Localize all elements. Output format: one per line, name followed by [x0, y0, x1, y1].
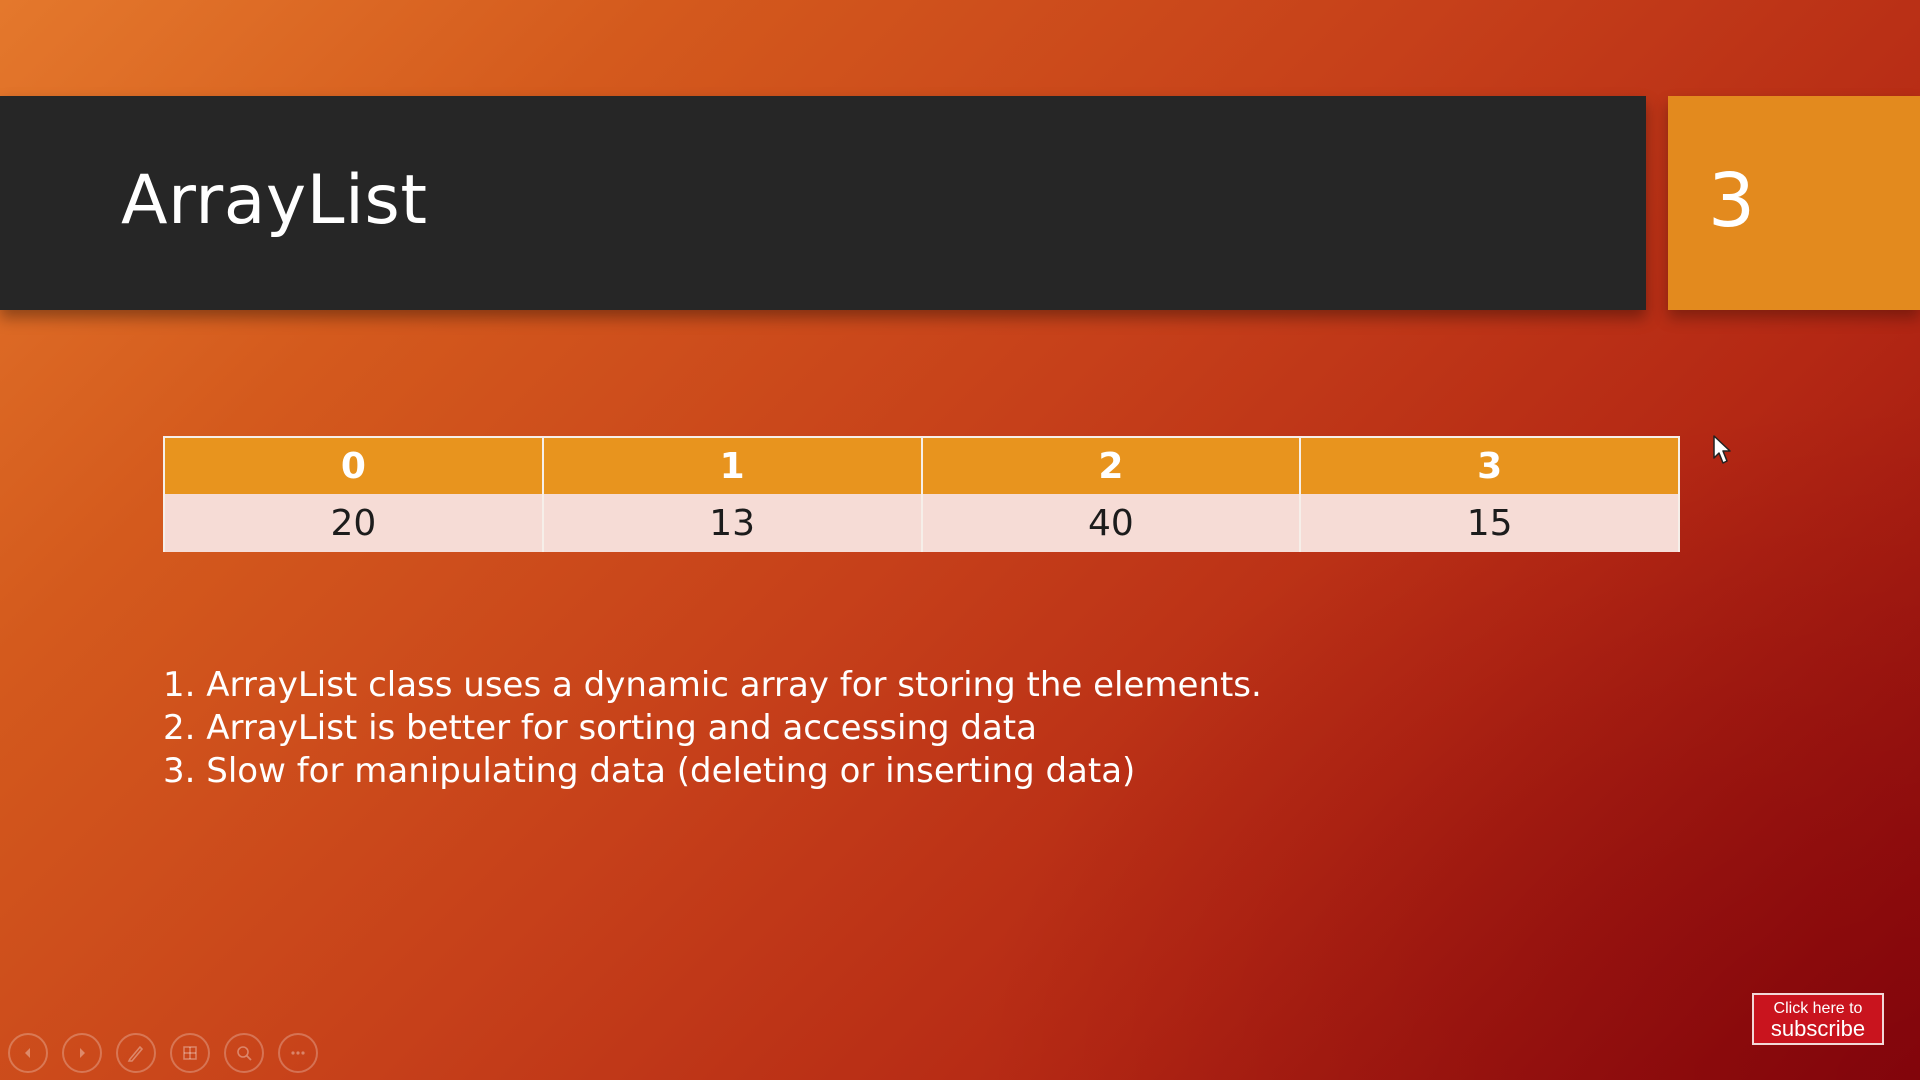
value-cell: 40	[920, 494, 1301, 552]
bullet-item: 1. ArrayList class uses a dynamic array …	[163, 665, 1262, 705]
slide-title: ArrayList	[121, 161, 428, 240]
zoom-icon	[237, 1046, 252, 1061]
array-table: 0 1 2 3 20 13 40 15	[163, 436, 1680, 552]
zoom-button[interactable]	[224, 1033, 264, 1073]
slides-grid-icon	[183, 1046, 197, 1060]
index-cell: 3	[1299, 436, 1680, 494]
subscribe-button[interactable]: Click here to subscribe	[1752, 993, 1884, 1045]
previous-icon	[25, 1048, 30, 1058]
index-row: 0 1 2 3	[163, 436, 1680, 494]
bullet-item: 2. ArrayList is better for sorting and a…	[163, 708, 1037, 748]
value-cell: 13	[541, 494, 922, 552]
value-row: 20 13 40 15	[163, 494, 1680, 552]
index-cell: 0	[163, 436, 543, 494]
next-icon	[80, 1048, 85, 1058]
previous-slide-button[interactable]	[8, 1033, 48, 1073]
value-cell: 15	[1299, 494, 1680, 552]
index-cell: 2	[920, 436, 1301, 494]
pen-tool-button[interactable]	[116, 1033, 156, 1073]
index-cell: 1	[541, 436, 922, 494]
next-slide-button[interactable]	[62, 1033, 102, 1073]
slide-number-box: 3	[1668, 96, 1920, 310]
more-options-button[interactable]	[278, 1033, 318, 1073]
slide-number: 3	[1708, 158, 1756, 244]
presentation-toolbar	[8, 1033, 318, 1073]
subscribe-label: subscribe	[1770, 1016, 1866, 1041]
more-options-icon	[291, 1051, 305, 1055]
value-cell: 20	[163, 494, 543, 552]
bullet-list: 1. ArrayList class uses a dynamic array …	[163, 664, 1262, 793]
mouse-pointer-icon	[1713, 435, 1731, 464]
bullet-item: 3. Slow for manipulating data (deleting …	[163, 751, 1136, 791]
pen-icon	[127, 1045, 144, 1062]
see-all-slides-button[interactable]	[170, 1033, 210, 1073]
title-bar: ArrayList	[0, 96, 1646, 310]
